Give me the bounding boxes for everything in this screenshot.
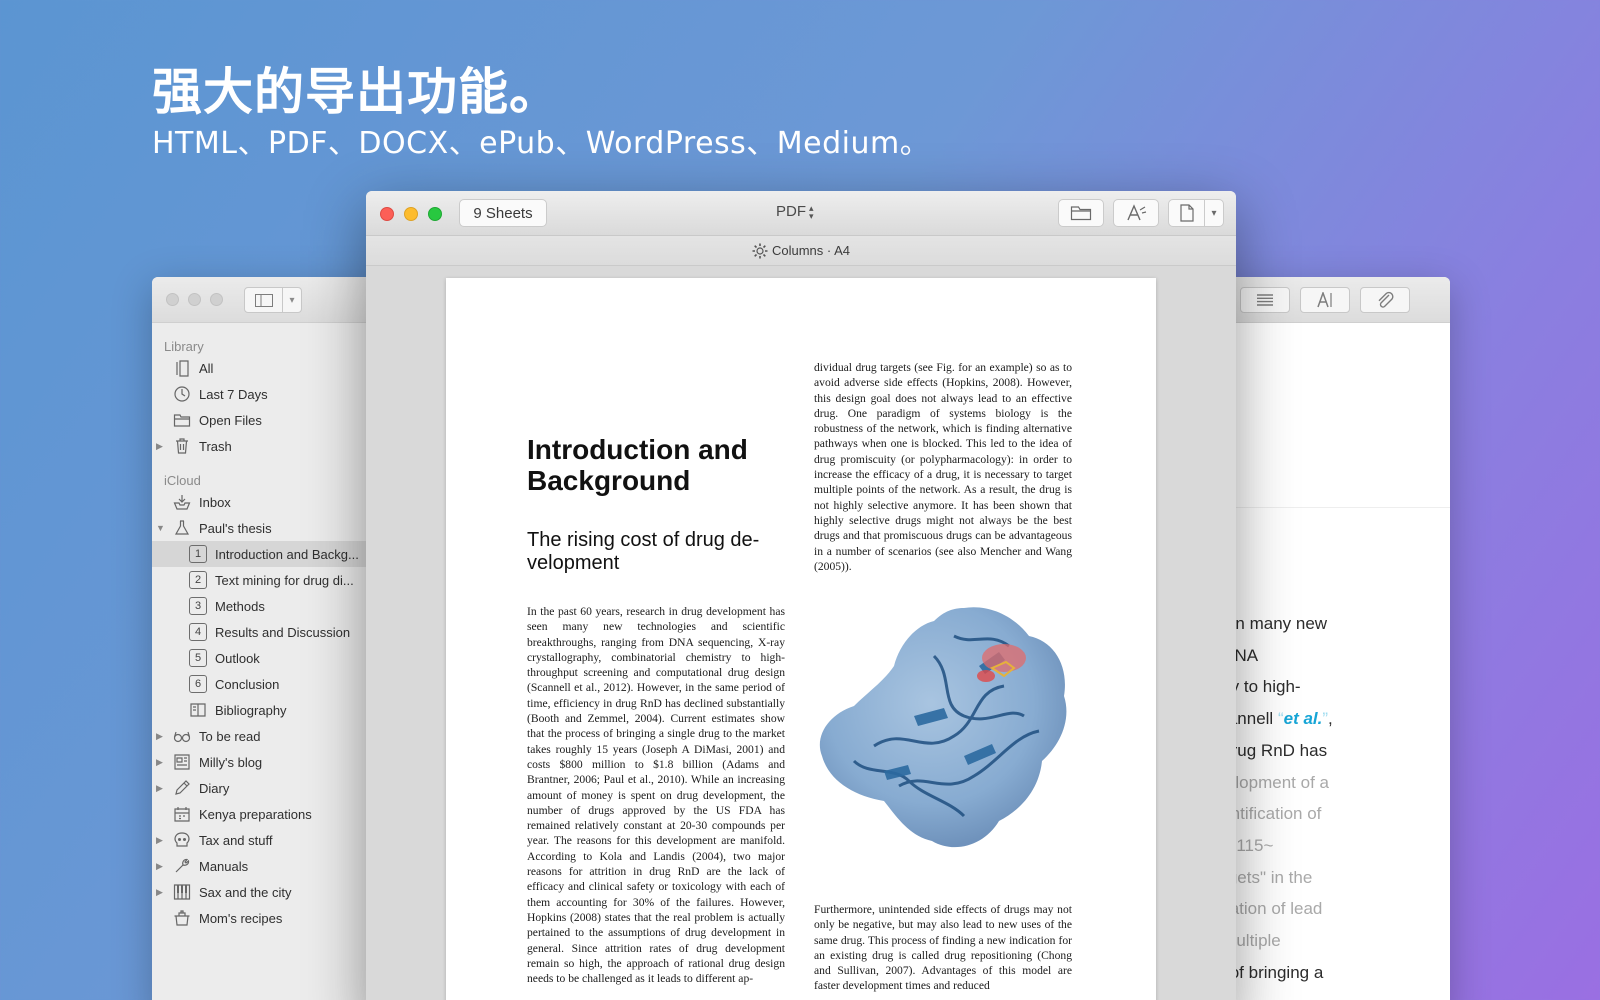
minimize-button[interactable] [404,207,418,221]
page-subheading: The rising cost of drug de-velopment [527,529,760,574]
chevron-down-icon[interactable]: ▾ [283,295,301,306]
sidebar-item-label: Conclusion [215,676,280,692]
sheets-count-button[interactable]: 9 Sheets [459,199,547,227]
chevron-down-icon[interactable]: ▾ [1205,208,1223,219]
hero-subtitle: HTML、PDF、DOCX、ePub、WordPress、Medium。 [152,126,931,161]
style-bar[interactable]: Columns · A4 [366,236,1236,266]
sidebar-item-label: Mom's recipes [199,910,283,926]
sheets-icon [172,359,192,377]
style-button[interactable] [1113,199,1159,227]
inactive-zoom-button[interactable] [210,293,223,306]
sheet-number-badge: 3 [188,597,208,615]
protein-structure-image [819,607,1067,848]
folder-icon [1070,206,1092,221]
clock-icon [172,385,192,403]
sidebar-item-label: Tax and stuff [199,832,273,848]
disclosure-expanded-icon[interactable]: ▼ [156,523,168,533]
sheet-number: 3 [189,597,207,615]
flask-icon [172,519,192,537]
attachment-button[interactable] [1360,287,1410,313]
font-button[interactable] [1300,287,1350,313]
sidebar-icon [245,288,283,312]
right-column-text-bottom: Furthermore, unintended side effects of … [814,903,1072,993]
sidebar-item-label: Diary [199,780,230,796]
calendar-icon [172,805,192,823]
export-titlebar: 9 Sheets PDF ▴ ▾ ▾ [366,191,1236,236]
sidebar-item-label: All [199,360,214,376]
disclosure-collapsed-icon[interactable]: ▶ [156,731,168,742]
sidebar-item-label: To be read [199,728,261,744]
zoom-button[interactable] [428,207,442,221]
inbox-icon [172,493,192,511]
sheet-number: 6 [189,675,207,693]
disclosure-collapsed-icon[interactable]: ▶ [156,835,168,846]
sidebar-item-label: Sax and the city [199,884,292,900]
citation-text[interactable]: et al. [1284,709,1323,728]
sheet-number: 5 [189,649,207,667]
format-label: PDF [776,203,806,220]
sheet-number-badge: 2 [188,571,208,589]
sidebar-item-label: Bibliography [215,702,287,718]
sheet-number: 1 [189,545,207,563]
disclosure-collapsed-icon[interactable]: ▶ [156,757,168,768]
sidebar-item-label: Paul's thesis [199,520,272,536]
font-icon [1317,292,1332,308]
sidebar-item-label: Results and Discussion [215,624,351,640]
style-label: Columns · A4 [771,243,851,258]
sidebar-item-label: Text mining for drug di... [215,572,354,588]
newspaper-icon [172,753,192,771]
export-button[interactable]: ▾ [1168,199,1224,227]
folder-icon [172,411,192,429]
paperclip-icon [1378,291,1394,308]
wrench-icon [172,857,192,875]
list-icon [1257,294,1273,306]
page-heading: Introduction and Background [527,434,748,496]
left-column-text: In the past 60 years, research in drug d… [527,605,785,986]
sidebar-item-label: Milly's blog [199,754,263,770]
editor-line-suffix: , [1328,709,1333,729]
book-icon [188,701,208,719]
sidebar-item-label: Outlook [215,650,260,666]
list-button[interactable] [1240,287,1290,313]
document-icon [1169,200,1205,226]
skull-icon [172,831,192,849]
trash-icon [172,437,192,455]
inactive-minimize-button[interactable] [188,293,201,306]
piano-icon [172,883,192,901]
pdf-page: Introduction and Background The rising c… [446,278,1156,1000]
disclosure-collapsed-icon[interactable]: ▶ [156,441,168,452]
sidebar-item-label: Open Files [199,412,262,428]
gear-icon [752,243,768,258]
pencil-icon [172,779,192,797]
sidebar-toggle-button[interactable]: ▾ [244,287,302,313]
export-window: 9 Sheets PDF ▴ ▾ ▾ Columns · A4 Introduct… [366,191,1236,1000]
sidebar-item-label: Last 7 Days [199,386,268,402]
sidebar-item-label: Manuals [199,858,249,874]
sheet-number: 2 [189,571,207,589]
updown-arrows-icon: ▴ ▾ [809,202,814,221]
close-button[interactable] [380,207,394,221]
disclosure-collapsed-icon[interactable]: ▶ [156,887,168,898]
sidebar-item-label: Kenya preparations [199,806,312,822]
disclosure-collapsed-icon[interactable]: ▶ [156,783,168,794]
text-style-icon [1127,204,1147,221]
sidebar-item-label: Inbox [199,494,231,510]
disclosure-collapsed-icon[interactable]: ▶ [156,861,168,872]
inactive-close-button[interactable] [166,293,179,306]
glasses-icon [172,727,192,745]
sidebar-item-label: Methods [215,598,265,614]
pot-icon [172,909,192,927]
right-column-text-top: dividual drug targets (see Fig. for an e… [814,361,1072,573]
pdf-preview[interactable]: Introduction and Background The rising c… [366,266,1236,1000]
sheet-number-badge: 5 [188,649,208,667]
sidebar-item-label: Introduction and Backg... [215,546,359,562]
sheet-number-badge: 6 [188,675,208,693]
sheet-number-badge: 1 [188,545,208,563]
folder-button[interactable] [1058,199,1104,227]
format-select[interactable]: PDF ▴ ▾ [776,203,814,220]
sheet-number-badge: 4 [188,623,208,641]
hero-title: 强大的导出功能。 [152,63,560,121]
sheet-number: 4 [189,623,207,641]
sidebar-item-label: Trash [199,438,232,454]
